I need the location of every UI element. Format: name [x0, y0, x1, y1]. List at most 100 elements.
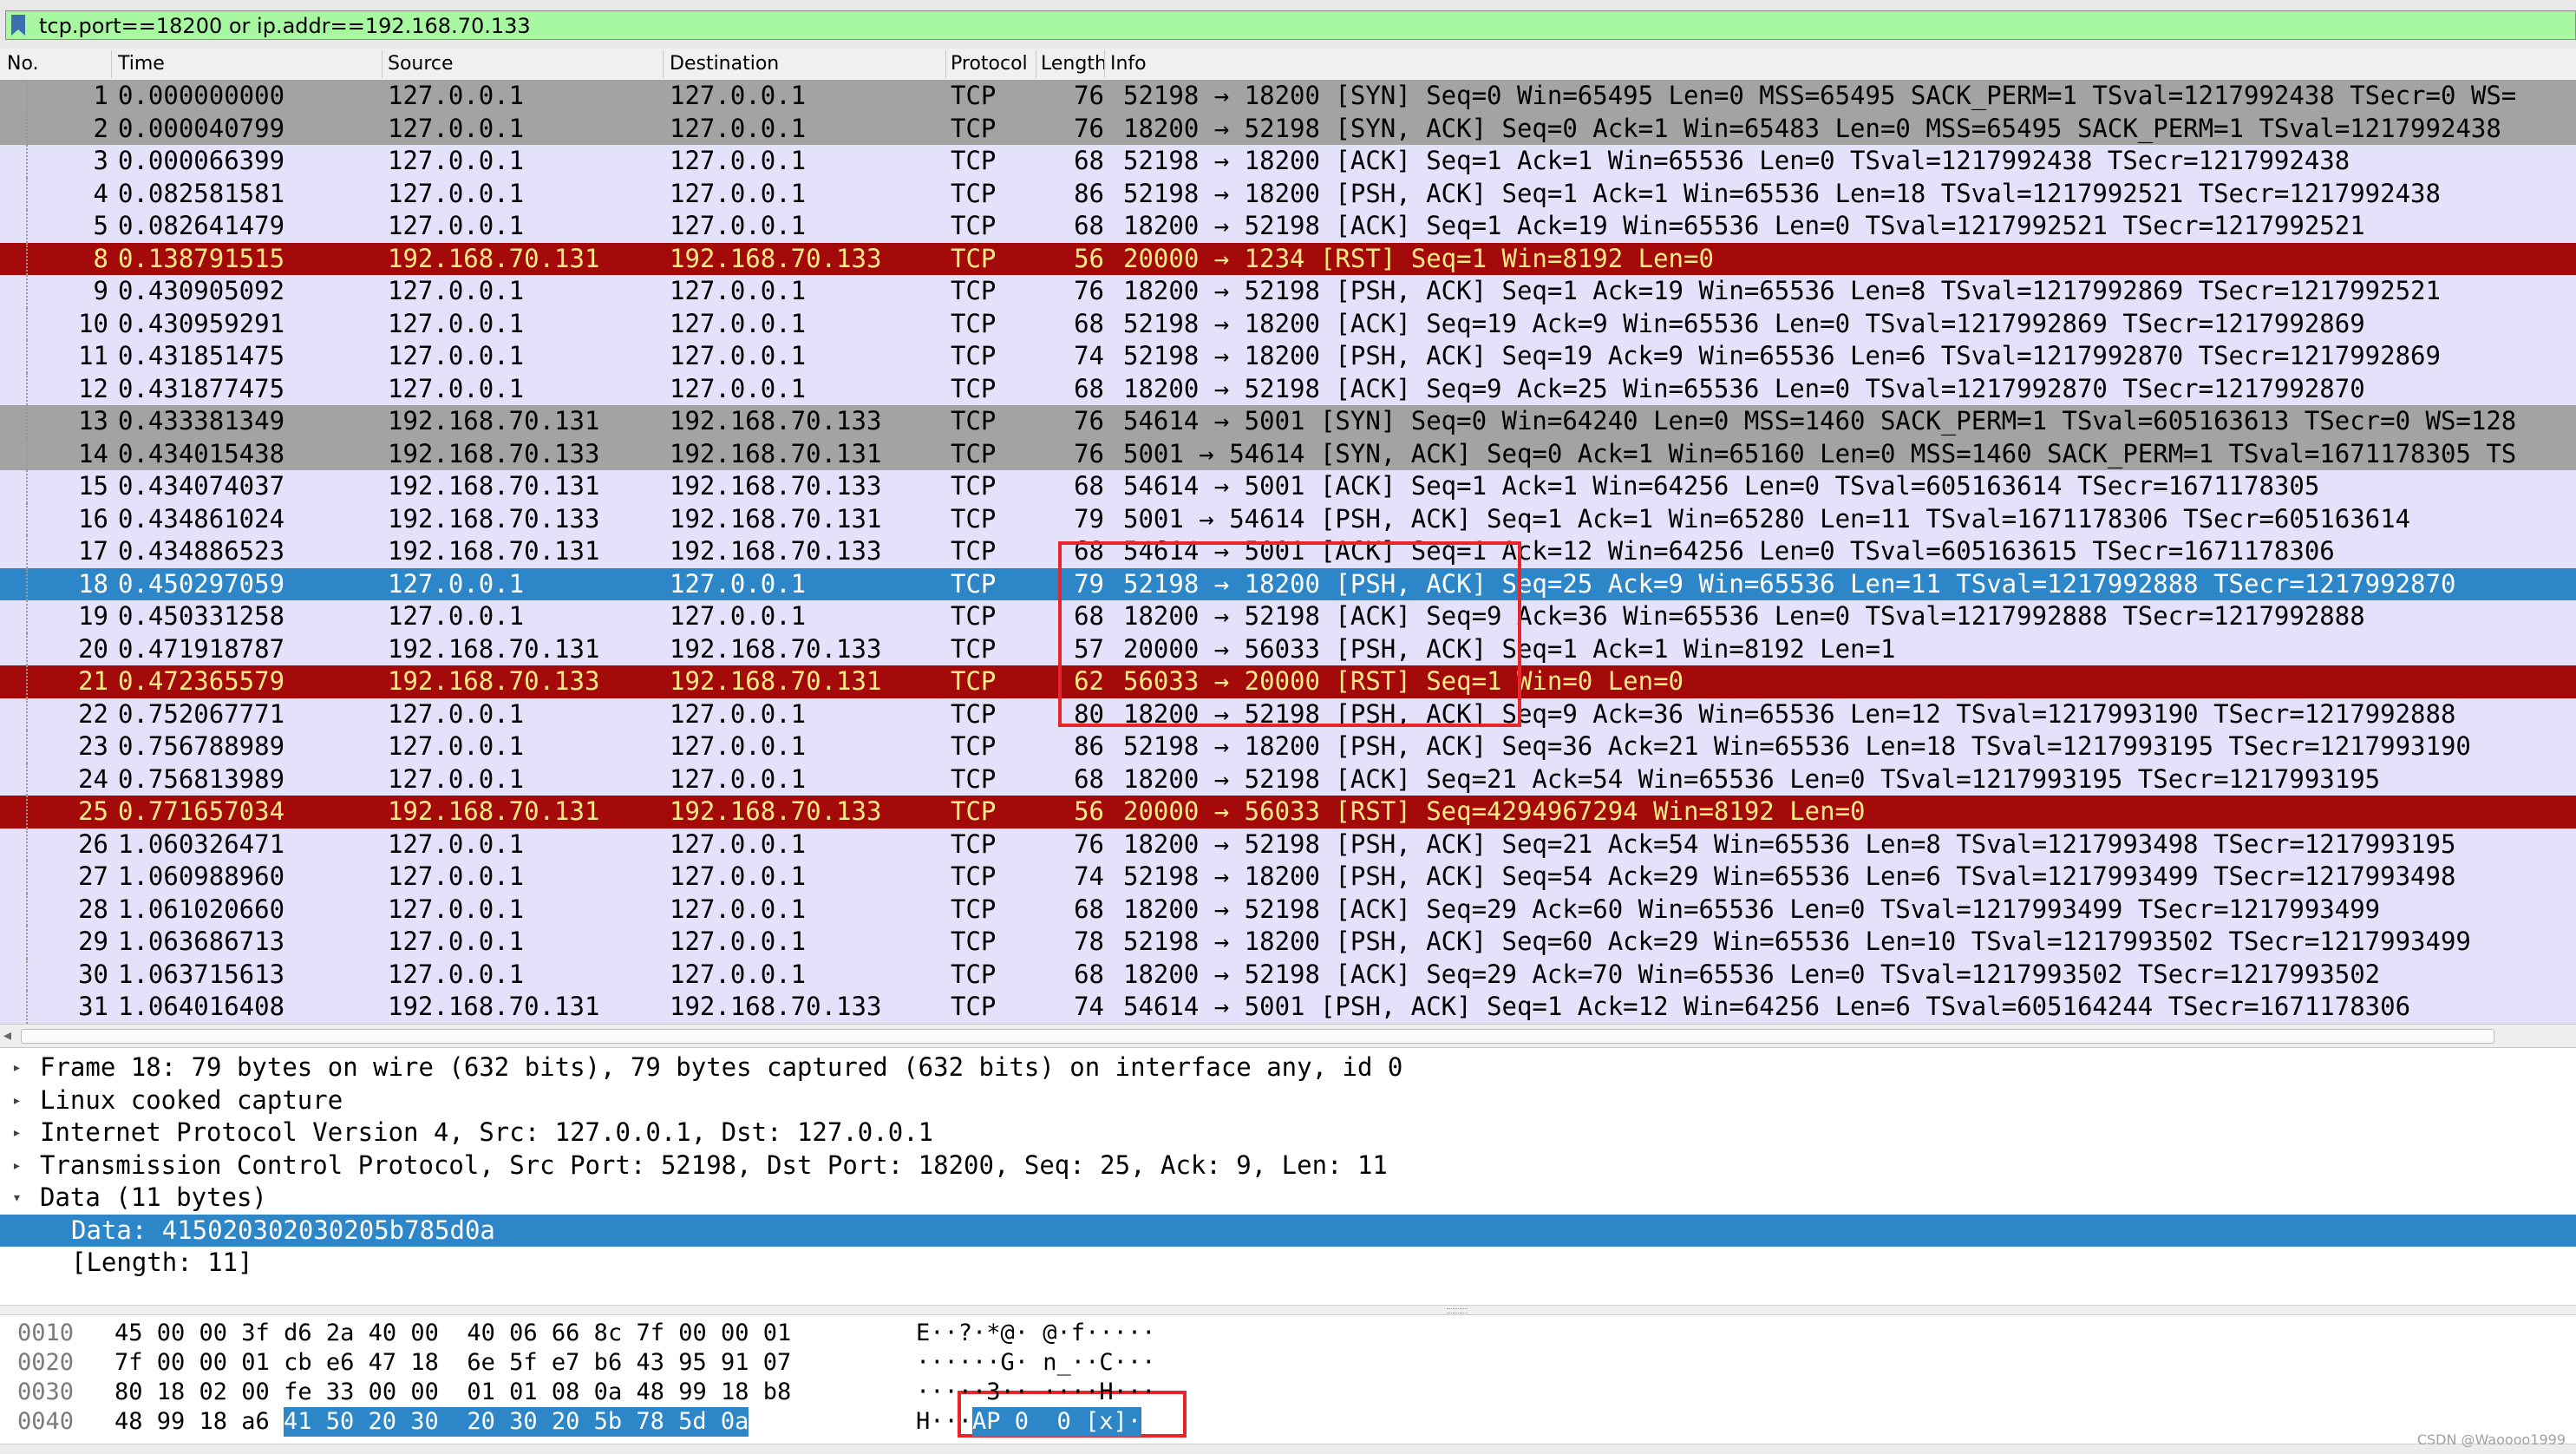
packet-info: 52198 → 18200 [SYN] Seq=0 Win=65495 Len=…	[1123, 81, 2517, 110]
packet-row[interactable]: 13 0.433381349 192.168.70.131 192.168.70.13…	[0, 405, 2576, 438]
packet-time: 0.000000000	[118, 81, 285, 110]
packet-row[interactable]: 11 0.431851475 127.0.0.1 127.0.0.1 TCP 74 5219…	[0, 340, 2576, 373]
packet-info: 18200 → 52198 [PSH, ACK] Seq=21 Ack=54 W…	[1123, 829, 2456, 859]
detail-tree-item[interactable]: ▸ Linux cooked capture	[0, 1084, 2576, 1117]
packet-length: 68	[1074, 763, 1104, 794]
expand-arrow-icon[interactable]: ▸	[12, 1117, 22, 1149]
detail-tree-item[interactable]: ▸ Internet Protocol Version 4, Src: 127.0…	[0, 1117, 2576, 1149]
scroll-left-icon[interactable]: ◂	[3, 1026, 11, 1045]
expand-arrow-icon[interactable]: ▸	[12, 1051, 22, 1084]
hex-dump-row[interactable]: 0010 45 00 00 3f d6 2a 40 00 40 06 66 8c …	[0, 1319, 2576, 1348]
expand-arrow-icon[interactable]: ▸	[12, 1149, 22, 1182]
packet-info: 18200 → 52198 [ACK] Seq=9 Ack=25 Win=655…	[1123, 373, 2365, 403]
packet-row[interactable]: 26 1.060326471 127.0.0.1 127.0.0.1 TCP 76 1820…	[0, 828, 2576, 861]
column-header-no[interactable]: No.	[7, 52, 39, 76]
hex-bytes[interactable]: 80 18 02 00 fe 33 00 00 01 01 08 0a 48 9…	[114, 1378, 791, 1407]
column-header-time[interactable]: Time	[118, 52, 165, 76]
hex-bytes[interactable]: 48 99 18 a6	[114, 1407, 284, 1437]
packet-row[interactable]: 14 0.434015438 192.168.70.133 192.168.70.13…	[0, 437, 2576, 470]
packet-length: 68	[1074, 471, 1104, 501]
packet-length: 68	[1074, 373, 1104, 403]
packet-destination: 127.0.0.1	[670, 763, 807, 794]
packet-number: 9	[93, 276, 108, 305]
packet-info: 52198 → 18200 [PSH, ACK] Seq=36 Ack=21 W…	[1123, 731, 2471, 761]
packet-row[interactable]: 16 0.434861024 192.168.70.133 192.168.70.13…	[0, 502, 2576, 535]
packet-row[interactable]: 30 1.063715613 127.0.0.1 127.0.0.1 TCP 68 1820…	[0, 958, 2576, 991]
packet-row[interactable]: 1 0.000000000 127.0.0.1 127.0.0.1 TCP 76 52198…	[0, 80, 2576, 113]
ascii-bytes[interactable]: ······G· n_··C···	[916, 1348, 1155, 1378]
packet-number: 25	[78, 796, 108, 826]
hex-bytes-selected[interactable]: 41 50 20 30 20 30 20 5b 78 5d 0a	[284, 1407, 749, 1437]
column-divider[interactable]	[111, 50, 112, 78]
packet-length: 76	[1074, 113, 1104, 143]
hex-dump-row[interactable]: 0040 48 99 18 a6 41 50 20 30 20 30 20 5b …	[0, 1407, 2576, 1437]
hex-bytes[interactable]: 45 00 00 3f d6 2a 40 00 40 06 66 8c 7f 0…	[114, 1319, 791, 1348]
column-header-length[interactable]: Length	[1041, 52, 1107, 76]
byte-offset: 0020	[17, 1349, 75, 1376]
packet-destination: 127.0.0.1	[670, 373, 807, 403]
hex-dump-row[interactable]: 0020 7f 00 00 01 cb e6 47 18 6e 5f e7 b6 …	[0, 1348, 2576, 1378]
packet-row[interactable]: 4 0.082581581 127.0.0.1 127.0.0.1 TCP 86 52198…	[0, 177, 2576, 210]
packet-row[interactable]: 25 0.771657034 192.168.70.131 192.168.70.13…	[0, 796, 2576, 829]
scrollbar-thumb[interactable]	[21, 1029, 2494, 1044]
packet-time: 0.082581581	[118, 178, 285, 208]
hex-bytes[interactable]: 7f 00 00 01 cb e6 47 18 6e 5f e7 b6 43 9…	[114, 1348, 791, 1378]
packet-source: 192.168.70.131	[388, 536, 600, 566]
packet-row[interactable]: 27 1.060988960 127.0.0.1 127.0.0.1 TCP 74 5219…	[0, 861, 2576, 894]
packet-row[interactable]: 15 0.434074037 192.168.70.131 192.168.70.13…	[0, 470, 2576, 503]
packet-length: 56	[1074, 243, 1104, 273]
detail-tree-item[interactable]: ▾ Data (11 bytes)	[0, 1182, 2576, 1215]
packet-time: 0.138791515	[118, 243, 285, 273]
packet-time: 0.082641479	[118, 211, 285, 240]
packet-row[interactable]: 23 0.756788989 127.0.0.1 127.0.0.1 TCP 86 5219…	[0, 730, 2576, 763]
ascii-bytes[interactable]: H···	[916, 1407, 972, 1437]
packet-row[interactable]: 2 0.000040799 127.0.0.1 127.0.0.1 TCP 76 18200…	[0, 112, 2576, 145]
column-divider[interactable]	[1104, 50, 1105, 78]
column-divider[interactable]	[663, 50, 664, 78]
collapse-arrow-icon[interactable]: ▾	[12, 1182, 22, 1215]
packet-info: 52198 → 18200 [PSH, ACK] Seq=60 Ack=29 W…	[1123, 927, 2471, 956]
column-header-protocol[interactable]: Protocol	[951, 52, 1028, 76]
packet-list-scrollbar[interactable]: ◂	[0, 1024, 2576, 1048]
packet-number: 10	[78, 308, 108, 338]
detail-tree-item[interactable]: ▸ Frame 18: 79 bytes on wire (632 bits), …	[0, 1051, 2576, 1084]
ascii-bytes[interactable]: ·····3·· ····H···	[916, 1378, 1155, 1407]
packet-row[interactable]: 5 0.082641479 127.0.0.1 127.0.0.1 TCP 68 18200…	[0, 210, 2576, 243]
display-filter-input[interactable]: tcp.port==18200 or ip.addr==192.168.70.1…	[5, 10, 2576, 40]
column-header-destination[interactable]: Destination	[670, 52, 779, 76]
packet-protocol: TCP	[951, 763, 997, 794]
ascii-bytes[interactable]: E··?·*@· @·f·····	[916, 1319, 1155, 1348]
packet-number: 30	[78, 959, 108, 989]
packet-row[interactable]: 8 0.138791515 192.168.70.131 192.168.70.133…	[0, 242, 2576, 275]
column-header-info[interactable]: Info	[1110, 52, 1147, 76]
hex-dump-row[interactable]: 0030 80 18 02 00 fe 33 00 00 01 01 08 0a …	[0, 1378, 2576, 1407]
packet-length: 68	[1074, 211, 1104, 240]
column-header-source[interactable]: Source	[388, 52, 454, 76]
packet-protocol: TCP	[951, 211, 997, 240]
packet-row[interactable]: 12 0.431877475 127.0.0.1 127.0.0.1 TCP 68 1820…	[0, 372, 2576, 405]
packet-row[interactable]: 9 0.430905092 127.0.0.1 127.0.0.1 TCP 76 18200…	[0, 275, 2576, 308]
packet-row[interactable]: 10 0.430959291 127.0.0.1 127.0.0.1 TCP 68 5219…	[0, 307, 2576, 340]
packet-row[interactable]: 28 1.061020660 127.0.0.1 127.0.0.1 TCP 68 1820…	[0, 893, 2576, 926]
packet-row[interactable]: 3 0.000066399 127.0.0.1 127.0.0.1 TCP 68 52198…	[0, 145, 2576, 178]
detail-tree-item[interactable]: [Length: 11]	[0, 1247, 2576, 1280]
packet-length: 76	[1074, 829, 1104, 859]
packet-row[interactable]: 24 0.756813989 127.0.0.1 127.0.0.1 TCP 68 1820…	[0, 763, 2576, 796]
packet-destination: 192.168.70.133	[670, 471, 882, 501]
packet-length: 78	[1074, 927, 1104, 956]
packet-protocol: TCP	[951, 503, 997, 534]
bookmark-icon[interactable]	[11, 15, 25, 36]
display-filter-bar: tcp.port==18200 or ip.addr==192.168.70.1…	[0, 0, 2576, 49]
detail-tree-item[interactable]: ▸ Transmission Control Protocol, Src Port…	[0, 1149, 2576, 1182]
packet-protocol: TCP	[951, 992, 997, 1021]
ascii-bytes-selected[interactable]: AP 0 0 [x]·	[972, 1407, 1142, 1437]
column-divider[interactable]	[945, 50, 946, 78]
packet-row[interactable]: 31 1.064016408 192.168.70.131 192.168.70.13…	[0, 991, 2576, 1024]
detail-tree-item[interactable]: Data: 415020302030205b785d0a	[0, 1214, 2576, 1247]
packet-destination: 127.0.0.1	[670, 927, 807, 956]
packet-time: 1.064016408	[118, 992, 285, 1021]
display-filter-text[interactable]: tcp.port==18200 or ip.addr==192.168.70.1…	[39, 14, 531, 38]
packet-protocol: TCP	[951, 276, 997, 305]
packet-row[interactable]: 29 1.063686713 127.0.0.1 127.0.0.1 TCP 78 5219…	[0, 926, 2576, 959]
expand-arrow-icon[interactable]: ▸	[12, 1084, 22, 1117]
